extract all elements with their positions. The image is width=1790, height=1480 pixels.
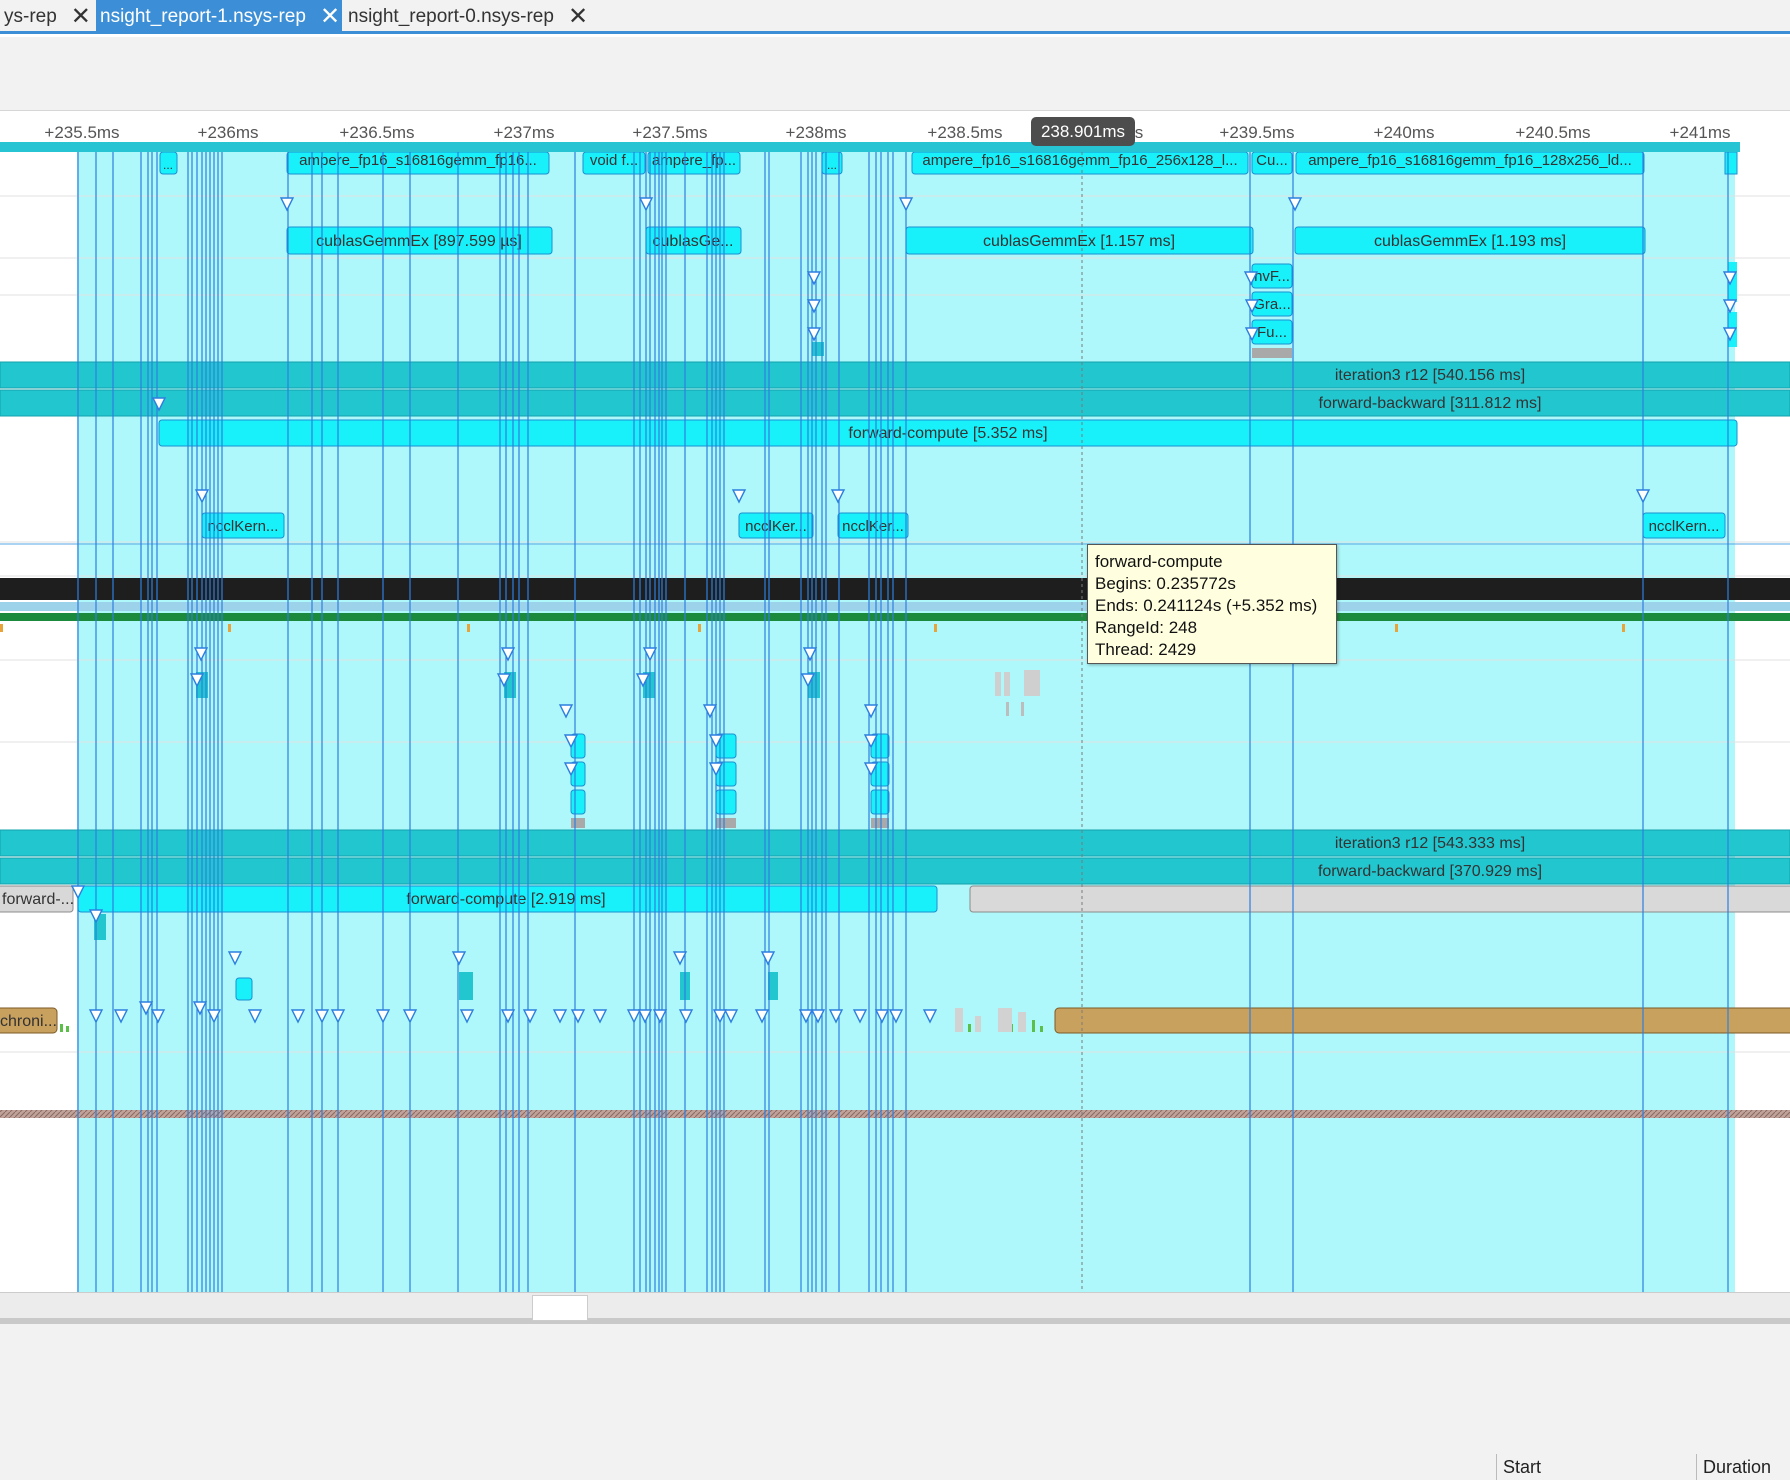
forward-backward-label: forward-backward [370.929 ms] (1318, 863, 1542, 880)
nvtx-small-label: Fu... (1257, 324, 1287, 341)
tab-label: nsight_report-1.nsys-rep (100, 6, 306, 27)
cublas-label: cublasGemmEx [897.599 µs] (316, 233, 522, 250)
gpu-utilization-bar (0, 578, 1790, 600)
tooltip-title: forward-compute (1095, 552, 1223, 571)
tooltip-ends: Ends: 0.241124s (+5.352 ms) (1095, 596, 1318, 615)
kernel-label: ampere_fp16_s16816gemm_fp16... (299, 152, 537, 169)
tab-nsight-report-1[interactable]: nsight_report-1.nsys-rep ✕ (96, 0, 342, 34)
nccl-kernel-label: ncclKern... (1649, 518, 1720, 535)
scrollbar-thumb[interactable] (532, 1295, 588, 1321)
kernel-label: Cu... (1256, 152, 1288, 169)
ruler-tick: s (1134, 123, 1144, 142)
kernel-label: ampere_fp16_s16816gemm_fp16_128x256_ld..… (1308, 152, 1632, 169)
nvtx-iteration-row-a[interactable]: iteration3 r12 [540.156 ms] forward-back… (0, 361, 1790, 447)
forward-backward-label: forward-backward [311.812 ms] (1319, 395, 1542, 412)
close-icon[interactable]: ✕ (320, 5, 340, 29)
sync-range[interactable] (1054, 1007, 1790, 1034)
cublas-label: cublasGemmEx [1.193 ms] (1374, 233, 1566, 250)
ruler-tick: +240.5ms (1515, 123, 1591, 142)
toolbar (0, 37, 1790, 111)
timeline-view[interactable]: ... ampere_fp16_s16816gemm_fp16... void … (0, 152, 1790, 1292)
iteration-label: iteration3 r12 [543.333 ms] (1335, 835, 1525, 852)
cublas-label: cublasGe... (653, 233, 734, 250)
ruler-selection-strip (0, 142, 1740, 152)
ruler-tick: +236.5ms (339, 123, 415, 142)
timeline-canvas[interactable]: ... ampere_fp16_s16816gemm_fp16... void … (0, 152, 1790, 1292)
nccl-kernel-label: ncclKer... (842, 518, 904, 535)
hatched-row (0, 1110, 1790, 1118)
cublas-row[interactable]: cublasGemmEx [897.599 µs] cublasGe... cu… (286, 226, 1646, 255)
tab-report[interactable]: ys-rep ✕ (0, 0, 95, 34)
ruler-tick: +235.5ms (44, 123, 120, 142)
tab-label: nsight_report-0.nsys-rep (348, 6, 554, 27)
cursor-time-badge: 238.901ms (1031, 117, 1135, 146)
ruler-tick: +239.5ms (1219, 123, 1295, 142)
nccl-kernel-label: ncclKer... (745, 518, 807, 535)
ruler-tick: +238ms (785, 123, 847, 142)
ruler-tick: +236ms (197, 123, 259, 142)
ruler-tick: +237.5ms (632, 123, 708, 142)
kernel-label: ampere_fp16_s16816gemm_fp16_256x128_l... (922, 152, 1237, 169)
horizontal-scrollbar[interactable] (0, 1292, 1790, 1324)
forward-compute-label: forward-compute [5.352 ms] (848, 425, 1047, 442)
kernel-label: ... (827, 158, 837, 172)
cpu-activity-strip (0, 613, 1790, 621)
ruler-tick: +237ms (493, 123, 555, 142)
tab-nsight-report-0[interactable]: nsight_report-0.nsys-rep ✕ (344, 0, 588, 34)
close-icon[interactable]: ✕ (71, 5, 91, 29)
iteration-label: iteration3 r12 [540.156 ms] (1335, 367, 1525, 384)
tooltip-thread: Thread: 2429 (1095, 640, 1197, 659)
kernel-row[interactable]: ... ampere_fp16_s16816gemm_fp16... void … (159, 152, 1738, 175)
tooltip-range-id: RangeId: 248 (1095, 618, 1198, 637)
forward-compute-label: forward-... (2, 891, 74, 908)
forward-compute-range-next[interactable] (969, 885, 1790, 913)
nvtx-small-label: Gra... (1253, 296, 1291, 313)
ruler-tick: +240ms (1373, 123, 1435, 142)
ruler-tick: +241ms (1669, 123, 1731, 142)
time-ruler[interactable]: +235.5ms +236ms +236.5ms +237ms +237.5ms… (0, 111, 1790, 142)
activity-strip (0, 602, 1790, 611)
kernel-label: void f... (590, 152, 638, 169)
cublas-label: cublasGemmEx [1.157 ms] (983, 233, 1175, 250)
tab-label: ys-rep (4, 6, 57, 27)
close-icon[interactable]: ✕ (568, 5, 588, 29)
nvtx-small-label: nvF... (1254, 268, 1290, 285)
column-header-start[interactable]: Start (1496, 1454, 1696, 1480)
tooltip-begins: Begins: 0.235772s (1095, 574, 1236, 593)
tab-bar: ys-rep ✕ nsight_report-1.nsys-rep ✕ nsig… (0, 0, 1790, 34)
nvtx-iteration-row-b[interactable]: iteration3 r12 [543.333 ms] forward-back… (0, 829, 1790, 913)
column-header-duration[interactable]: Duration (1696, 1454, 1790, 1480)
range-tooltip: forward-compute Begins: 0.235772s Ends: … (1087, 544, 1337, 664)
kernel-label: ... (163, 158, 173, 172)
ruler-tick: +238.5ms (927, 123, 1003, 142)
sync-label: chroni... (0, 1013, 57, 1030)
